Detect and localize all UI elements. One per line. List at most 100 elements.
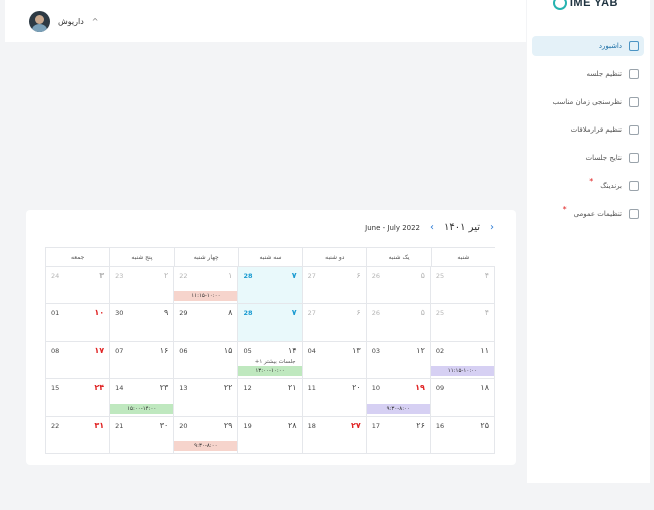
sidebar-item-6[interactable]: * تنظیمات عمومی: [532, 204, 644, 224]
calendar-day-cell[interactable]: ۴ 25: [429, 267, 495, 304]
calendar-day-cell[interactable]: ۱ 22 ۱۱:۱۵-۱۰:۰۰: [173, 267, 238, 304]
calendar-day-cell[interactable]: ۶ 27: [301, 267, 366, 304]
day-number-en: 26: [371, 309, 380, 318]
required-star-icon: *: [562, 204, 567, 214]
calendar-day-cell[interactable]: ۱۳ 04: [301, 341, 366, 379]
day-number-fa: ۹: [164, 308, 169, 318]
day-number-fa: ۷: [291, 308, 297, 318]
more-sessions-link[interactable]: +۱ جلسات بیشتر: [255, 359, 296, 365]
calendar-day-cell[interactable]: ۱۸ 09: [429, 379, 495, 416]
calendar-day-cell[interactable]: ۸ 29: [173, 304, 237, 341]
calendar-day-cell[interactable]: ۲۷ 18: [301, 416, 366, 453]
day-number-en: 12: [243, 384, 252, 393]
calendar-day-cell[interactable]: ۹ 30: [109, 304, 173, 341]
calendar-day-cell[interactable]: ۲۶ 17: [365, 416, 430, 453]
calendar-day-cell[interactable]: ۳۱ 22: [45, 416, 109, 453]
event-chip[interactable]: ۹:۳۰-۸:۰۰: [366, 403, 430, 414]
day-number-en: 25: [435, 272, 445, 280]
calendar-day-cell[interactable]: ۷ 28: [237, 267, 302, 304]
calendar-day-cell[interactable]: ۲۰ 11: [301, 379, 366, 416]
calendar-day-cell[interactable]: ۳ 24: [45, 267, 109, 304]
calendar-day-cell[interactable]: ۲۸ 19: [237, 416, 301, 453]
sidebar-item-3[interactable]: تنظیم قرارملاقات: [532, 120, 644, 140]
day-number-fa: ۲۴: [94, 383, 105, 393]
calendar-day-cell[interactable]: ۱۷ 08: [45, 341, 109, 379]
calendar-day-cell[interactable]: ۳۰ 21: [109, 416, 173, 453]
user-menu[interactable]: داریوش ^: [29, 11, 98, 32]
day-number-fa: ۲۱: [287, 383, 297, 393]
day-number-en: 07: [115, 346, 124, 355]
event-chip[interactable]: ۹:۳۰-۸:۰۰: [174, 440, 238, 451]
event-chip[interactable]: ۱۳:۰۰-۱۰:۰۰: [238, 366, 302, 377]
calendar-day-cell[interactable]: ۲۵ 16: [429, 416, 495, 453]
next-month-icon[interactable]: ‹: [430, 222, 434, 233]
calendar-day-cell[interactable]: ۱۵ 06: [173, 341, 237, 379]
weekday-label: جمعه: [45, 248, 109, 266]
calendar-day-cell[interactable]: ۲ 23: [109, 267, 173, 304]
day-number-en: 01: [51, 309, 60, 318]
calendar-day-cell[interactable]: ۱۹ 10 ۹:۳۰-۸:۰۰: [365, 379, 430, 416]
day-number-fa: ۱۵: [223, 345, 233, 355]
day-number-fa: ۱۹: [415, 383, 425, 393]
event-chip[interactable]: ۱۵:۰۰-۱۴:۰۰: [110, 403, 174, 414]
calendar-day-cell[interactable]: ۱۰ 01: [45, 304, 109, 341]
clipboard-icon: [629, 69, 639, 79]
sidebar-item-label: تنظیم قرارملاقات: [570, 126, 622, 134]
calendar-day-cell[interactable]: ۶ 27: [301, 304, 366, 341]
gear-icon: [629, 209, 639, 219]
user-name[interactable]: داریوش: [58, 17, 84, 26]
event-chip[interactable]: ۱۱:۱۵-۱۰:۰۰: [174, 291, 238, 302]
calendar-day-cell[interactable]: ۲۳ 14 ۱۵:۰۰-۱۴:۰۰: [109, 379, 174, 416]
sidebar-item-1[interactable]: تنظیم جلسه: [532, 64, 644, 84]
grid-icon: [629, 41, 639, 51]
sidebar-item-label: برندینگ: [600, 182, 622, 190]
calendar-day-cell[interactable]: ۱۴ 05 +۱ جلسات بیشتر ۱۳:۰۰-۱۰:۰۰: [237, 341, 302, 379]
day-number-fa: ۷: [291, 271, 297, 280]
day-number-en: 08: [51, 346, 60, 355]
day-number-en: 02: [435, 346, 445, 355]
day-number-fa: ۲۵: [480, 420, 489, 430]
avatar[interactable]: [29, 11, 50, 32]
calendar-week-row: ۱۸ 09 ۱۹ 10 ۹:۳۰-۸:۰۰ ۲۰ 11 ۲۱ 12 ۲۲ 13 ۲۳ 14 ۱۵:۰۰-۱…: [45, 379, 495, 417]
calendar-day-cell[interactable]: ۵ 26: [365, 267, 430, 304]
calendar-day-cell[interactable]: ۲۲ 13: [173, 379, 237, 416]
day-number-fa: ۱۳: [352, 345, 361, 355]
chevron-up-icon[interactable]: ^: [92, 17, 99, 26]
day-number-fa: ۱: [228, 271, 233, 280]
day-number-fa: ۲۹: [223, 420, 233, 430]
sidebar-item-2[interactable]: نظرسنجی زمان مناسب: [532, 92, 644, 112]
event-chip[interactable]: ۱۱:۱۵-۱۰:۰۰: [430, 366, 494, 377]
weekday-label: دو شنبه: [302, 248, 366, 266]
day-number-fa: ۵: [420, 308, 425, 318]
calendar-day-cell[interactable]: ۷ 28: [237, 304, 302, 341]
calendar-day-cell[interactable]: ۲۱ 12: [237, 379, 301, 416]
calendar-day-cell[interactable]: ۵ 26: [365, 304, 430, 341]
day-number-en: 24: [51, 272, 60, 280]
day-number-en: 28: [243, 272, 253, 280]
logo: IME YAB: [552, 0, 618, 10]
day-number-en: 29: [179, 309, 188, 318]
calendar-day-cell[interactable]: ۱۶ 07: [109, 341, 173, 379]
day-number-en: 09: [435, 384, 445, 393]
day-number-en: 27: [307, 309, 316, 318]
calendar-day-cell[interactable]: ۱۱ 02 ۱۱:۱۵-۱۰:۰۰: [429, 341, 495, 379]
required-star-icon: *: [589, 176, 594, 186]
weekday-label: یک شنبه: [366, 248, 430, 266]
day-number-fa: ۱۸: [480, 383, 489, 393]
day-number-en: 10: [371, 384, 380, 393]
day-number-fa: ۳۰: [159, 420, 169, 430]
day-number-fa: ۲۲: [223, 383, 233, 393]
calendar-day-cell[interactable]: ۱۲ 03: [365, 341, 430, 379]
calendar-day-cell[interactable]: ۴ 25: [429, 304, 495, 341]
sidebar-item-5[interactable]: * برندینگ: [532, 176, 644, 196]
day-number-fa: ۱۶: [159, 345, 169, 355]
users-icon: [629, 125, 639, 135]
day-number-en: 15: [51, 384, 60, 393]
top-header: داریوش ^: [5, 0, 526, 42]
day-number-en: 18: [307, 421, 316, 430]
prev-month-icon[interactable]: ›: [490, 222, 494, 233]
sidebar-item-4[interactable]: نتایج جلسات: [532, 148, 644, 168]
sidebar-item-0[interactable]: داشبورد: [532, 36, 644, 56]
calendar-day-cell[interactable]: ۲۹ 20 ۹:۳۰-۸:۰۰: [173, 416, 238, 453]
calendar-day-cell[interactable]: ۲۴ 15: [45, 379, 109, 416]
